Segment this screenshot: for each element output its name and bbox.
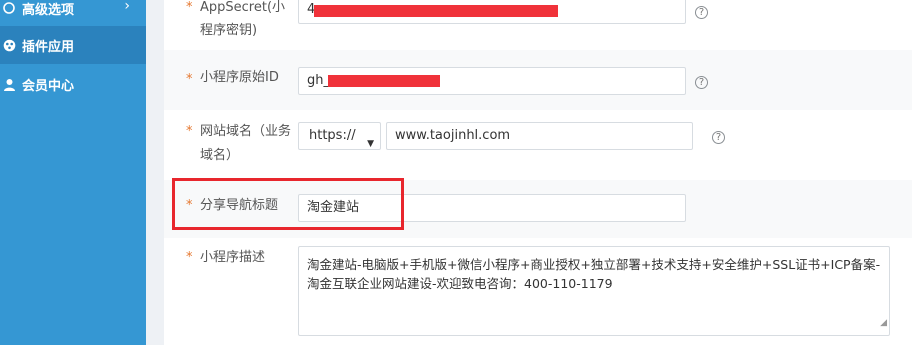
- redaction-bar: [328, 75, 440, 87]
- redaction-bar: [314, 5, 558, 17]
- sidebar-item-label: 会员中心: [22, 78, 75, 94]
- help-icon[interactable]: ?: [695, 76, 708, 89]
- description-label: 小程序描述: [200, 250, 266, 265]
- app-secret-label-line1: AppSecret(小: [200, 0, 286, 15]
- user-icon: [2, 77, 16, 91]
- domain-input[interactable]: www.taojinhl.com: [386, 122, 693, 150]
- sidebar-item-member-center[interactable]: 会员中心: [0, 65, 146, 103]
- caret-down-icon: ▼: [367, 139, 374, 149]
- chevron-right-icon: ›: [124, 0, 130, 14]
- form-row-domain: * 网站域名（业务 域名） https:// ▼ www.taojinhl.co…: [164, 110, 912, 180]
- help-icon[interactable]: ?: [695, 6, 708, 19]
- form-row-app-secret: * AppSecret(小 程序密钥) 4 ?: [164, 0, 912, 50]
- required-mark: *: [186, 250, 193, 265]
- sidebar-item-plugins[interactable]: 插件应用: [0, 26, 146, 64]
- advanced-options-icon: [2, 1, 16, 15]
- domain-label-line1: 网站域名（业务: [200, 124, 292, 139]
- sidebar: 高级选项 › 插件应用 会员中心: [0, 0, 146, 345]
- protocol-select[interactable]: https:// ▼: [298, 122, 381, 150]
- resize-handle-icon[interactable]: ◢: [880, 314, 887, 333]
- sidebar-item-label: 高级选项: [22, 2, 75, 18]
- domain-label-line2: 域名）: [200, 148, 240, 163]
- sidebar-item-label: 插件应用: [22, 39, 75, 55]
- app-secret-label-line2: 程序密钥): [200, 23, 258, 38]
- original-id-label: 小程序原始ID: [200, 70, 279, 85]
- highlight-box: [172, 178, 404, 230]
- form-panel: * AppSecret(小 程序密钥) 4 ? * 小程序原始ID gh_ ? …: [164, 0, 912, 345]
- sidebar-item-advanced-options[interactable]: 高级选项 ›: [0, 0, 146, 27]
- help-icon[interactable]: ?: [712, 131, 725, 144]
- required-mark: *: [186, 0, 193, 15]
- form-row-original-id: * 小程序原始ID gh_ ?: [164, 50, 912, 110]
- form-row-description: * 小程序描述 淘金建站-电脑版+手机版+微信小程序+商业授权+独立部署+技术支…: [164, 238, 912, 345]
- plugin-icon: [2, 38, 16, 52]
- required-mark: *: [186, 72, 193, 87]
- description-textarea[interactable]: 淘金建站-电脑版+手机版+微信小程序+商业授权+独立部署+技术支持+安全维护+S…: [298, 246, 890, 336]
- main-content: * AppSecret(小 程序密钥) 4 ? * 小程序原始ID gh_ ? …: [146, 0, 912, 345]
- required-mark: *: [186, 124, 193, 139]
